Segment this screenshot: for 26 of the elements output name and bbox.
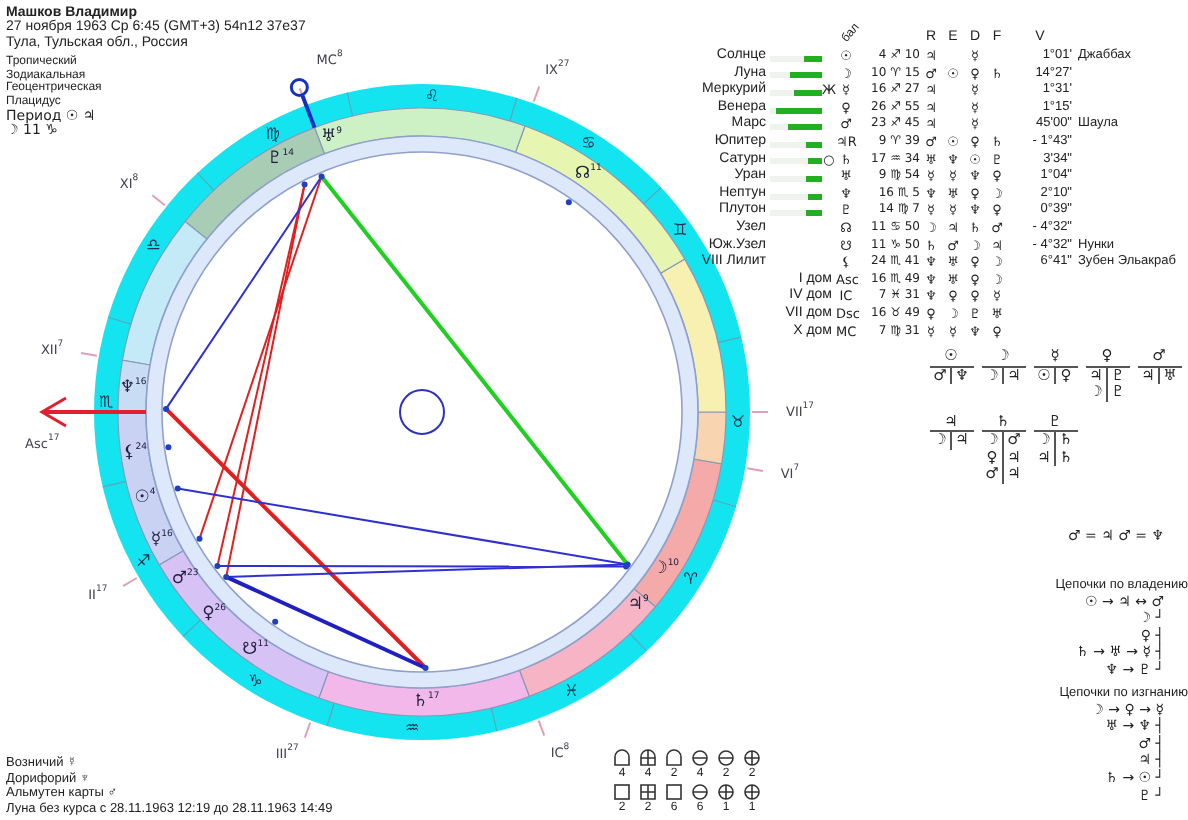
zodiac-sign: ♈ — [683, 569, 698, 588]
circle-line-icon — [690, 748, 710, 768]
zodiac-sign: ♎ — [146, 236, 161, 255]
zodiac-sign: ♍ — [265, 124, 280, 143]
zodiac-sign: ♉ — [730, 412, 745, 431]
zodiac-sign: ♌ — [424, 87, 440, 106]
zodiac-sign: ♒ — [404, 718, 420, 737]
arch-icon — [612, 748, 632, 768]
arch-icon — [664, 748, 684, 768]
circle-line-icon — [716, 748, 736, 768]
circle-cross-icon — [742, 748, 762, 768]
circle-cross-icon — [716, 782, 736, 802]
zodiac-sign: ♑ — [248, 671, 263, 690]
zodiac-sign: ♊ — [673, 220, 688, 239]
square-grid-icon — [638, 782, 658, 802]
arrow-icon — [39, 396, 146, 428]
arch-grid-icon — [638, 748, 658, 768]
zodiac-sign: ♐ — [136, 552, 151, 571]
zodiac-sign: ♏ — [99, 393, 114, 412]
mc-marker-icon — [289, 77, 317, 129]
zodiac-sign: ♋ — [581, 134, 596, 153]
square-icon — [612, 782, 632, 802]
square-icon — [664, 782, 684, 802]
zodiac-sign: ♓ — [564, 681, 579, 700]
circle-cross-icon — [742, 782, 762, 802]
circle-line-icon — [690, 782, 710, 802]
